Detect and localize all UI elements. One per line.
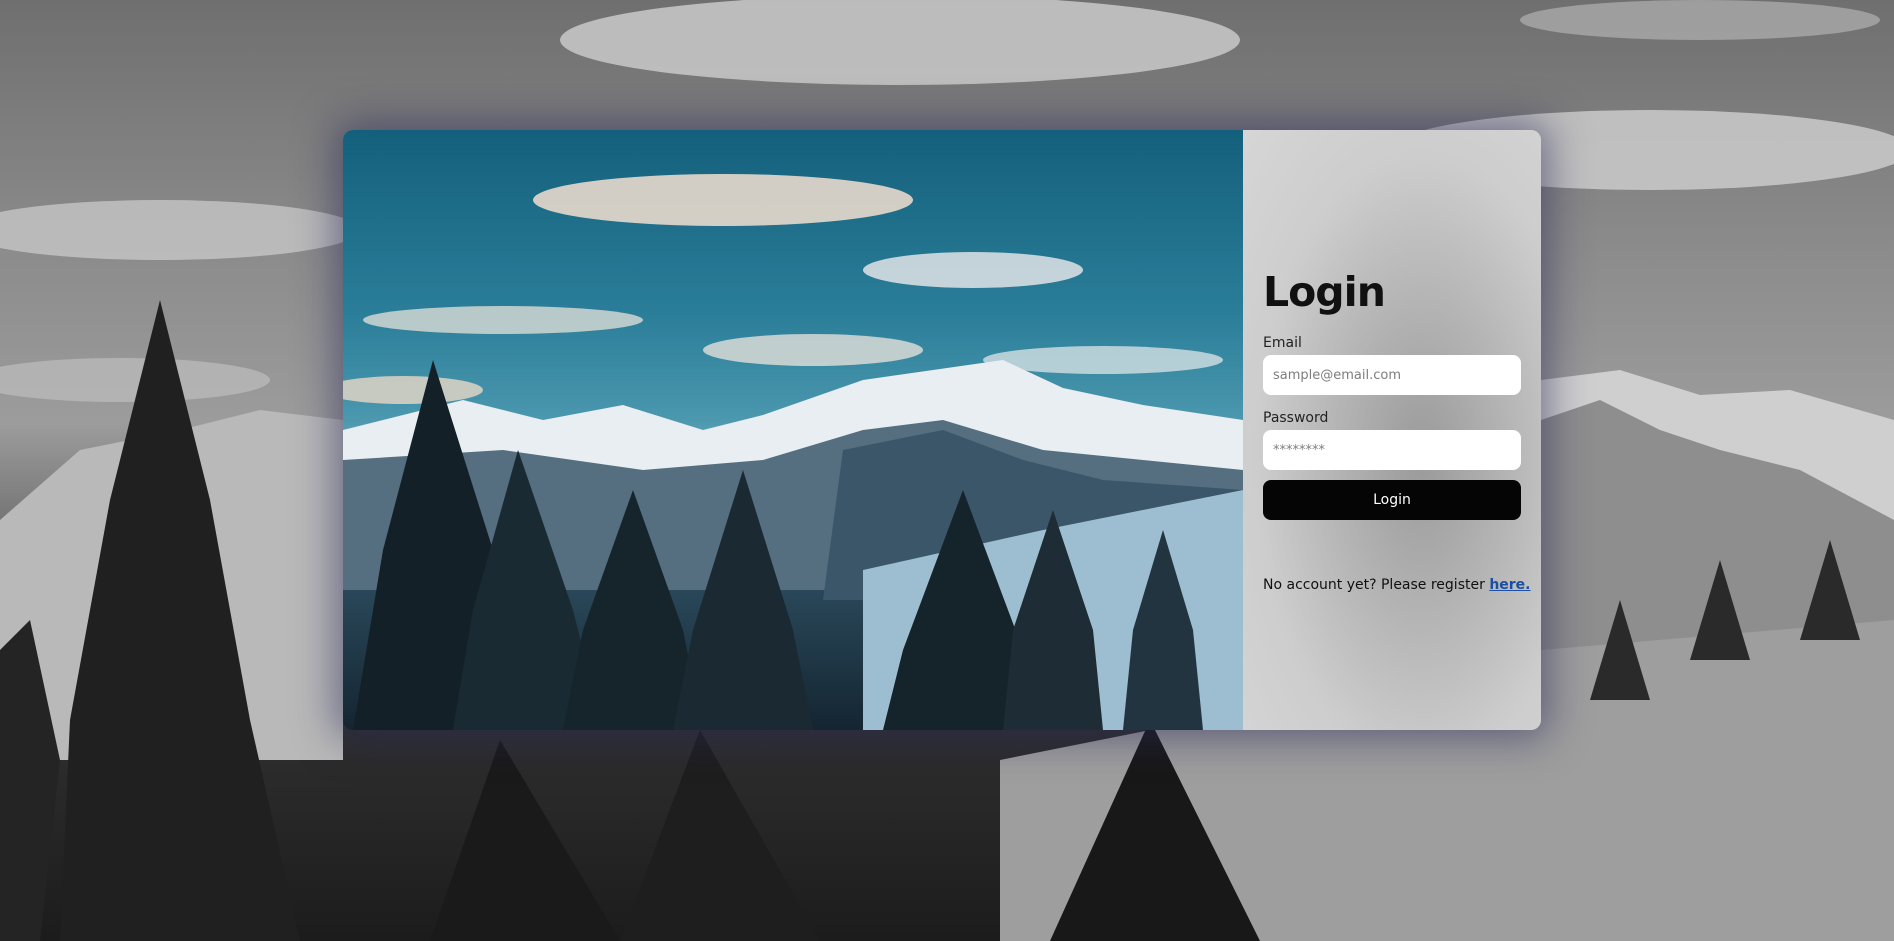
login-card: Login Email Password Login No account ye… [343, 130, 1541, 730]
mountain-photo [343, 130, 1243, 730]
register-prompt-text: No account yet? Please register [1263, 577, 1490, 593]
register-prompt: No account yet? Please register here. [1263, 577, 1531, 593]
password-field[interactable] [1263, 430, 1521, 470]
login-button[interactable]: Login [1263, 480, 1521, 520]
register-link[interactable]: here. [1489, 577, 1530, 593]
page-title: Login [1263, 268, 1386, 316]
email-field[interactable] [1263, 355, 1521, 395]
login-form-panel: Login Email Password Login No account ye… [1243, 130, 1541, 730]
mountain-photo-scene [343, 174, 1243, 730]
email-label: Email [1263, 335, 1302, 351]
password-label: Password [1263, 410, 1329, 426]
login-form: Login Email Password Login No account ye… [1263, 266, 1531, 593]
